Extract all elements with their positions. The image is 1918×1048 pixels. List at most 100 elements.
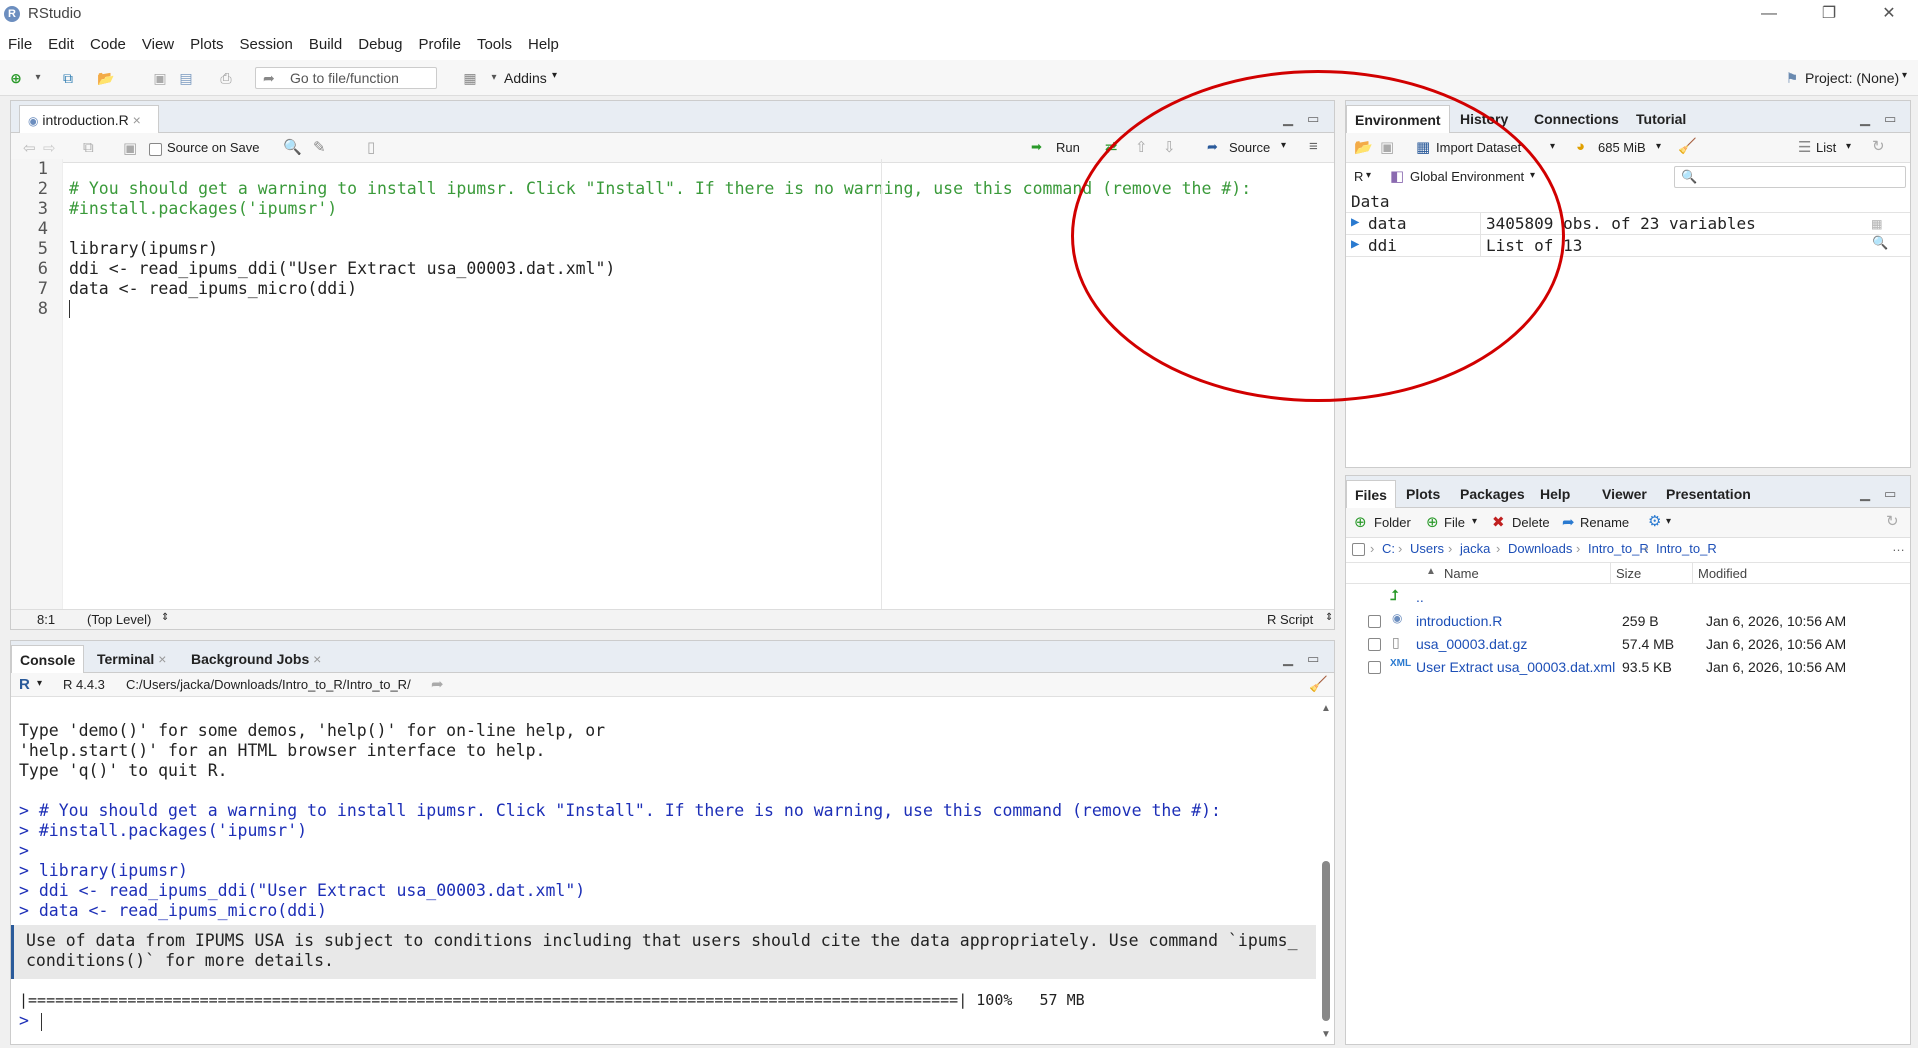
breadcrumb-jacka[interactable]: jacka [1460,541,1490,556]
save-icon[interactable]: ▣ [150,69,170,87]
scope-selector[interactable]: (Top Level) [87,612,151,627]
menu-session[interactable]: Session [240,36,293,53]
scope-dropdown-icon[interactable]: ⇕ [161,612,169,623]
tab-introduction-r[interactable]: ◉ introduction.R × [19,105,159,133]
tab-connections[interactable]: Connections [1526,105,1627,133]
file-name-link[interactable]: introduction.R [1416,613,1502,629]
file-row[interactable]: XML User Extract usa_00003.dat.xml 93.5 … [1346,656,1910,679]
new-file-dropdown-icon[interactable]: ▾ [28,69,48,87]
menu-build[interactable]: Build [309,36,342,53]
file-name-link[interactable]: User Extract usa_00003.dat.xml [1416,659,1615,675]
source-on-save-checkbox[interactable] [149,143,162,156]
menu-profile[interactable]: Profile [418,36,461,53]
new-project-icon[interactable]: ⧉ [58,69,78,87]
refresh-icon[interactable]: ↻ [1872,137,1885,155]
close-tab-icon[interactable]: × [158,651,166,667]
new-folder-button[interactable]: Folder [1374,515,1411,530]
tab-background-jobs[interactable]: Background Jobs × [183,645,329,673]
import-dropdown-icon[interactable]: ▾ [1550,141,1555,152]
project-dropdown-icon[interactable]: ▾ [1902,70,1907,81]
more-gear-icon[interactable]: ⚙ [1648,512,1661,530]
tab-packages[interactable]: Packages [1452,480,1533,508]
tab-plots[interactable]: Plots [1398,480,1448,508]
file-checkbox[interactable] [1368,661,1381,674]
maximize-pane-icon[interactable]: ▭ [1884,111,1896,127]
view-table-icon[interactable]: ▦ [1872,214,1882,233]
layout-dropdown-icon[interactable]: ▾ [484,69,504,87]
tab-help[interactable]: Help [1532,480,1578,508]
minimize-pane-icon[interactable]: ▁ [1860,111,1870,127]
maximize-pane-icon[interactable]: ▭ [1884,486,1896,502]
restore-button[interactable]: ❐ [1806,2,1852,26]
list-view-selector[interactable]: List [1816,140,1836,155]
column-modified[interactable]: Modified [1698,566,1747,581]
menu-plots[interactable]: Plots [190,36,223,53]
more-path-icon[interactable]: … [1892,539,1905,554]
column-size[interactable]: Size [1616,566,1641,581]
environment-search-input[interactable]: 🔍 [1674,166,1906,188]
close-button[interactable]: ✕ [1866,2,1912,26]
menu-tools[interactable]: Tools [477,36,512,53]
inspect-icon[interactable]: 🔍 [1872,236,1888,251]
console-output[interactable]: Type 'demo()' for some demos, 'help()' f… [11,697,1316,1044]
forward-arrow-icon[interactable]: ⇨ [43,139,56,157]
tab-presentation[interactable]: Presentation [1658,480,1759,508]
breadcrumb-c[interactable]: C: [1382,541,1395,556]
addins-dropdown-icon[interactable]: ▾ [552,70,557,81]
open-file-icon[interactable]: 📂 [96,69,116,87]
close-tab-icon[interactable]: × [133,112,141,128]
menu-file[interactable]: File [8,36,32,53]
minimize-button[interactable]: — [1746,2,1792,26]
column-name[interactable]: Name [1444,566,1479,581]
menu-code[interactable]: Code [90,36,126,53]
breadcrumb-downloads[interactable]: Downloads [1508,541,1572,556]
r-logo-icon[interactable]: R [19,676,30,693]
close-tab-icon[interactable]: × [313,651,321,667]
file-type-dropdown-icon[interactable]: ⇕ [1325,612,1333,623]
tab-terminal[interactable]: Terminal × [89,645,174,673]
breadcrumb-users[interactable]: Users [1410,541,1444,556]
tab-console[interactable]: Console [11,645,85,673]
select-all-checkbox[interactable] [1352,543,1365,556]
clear-console-icon[interactable]: 🧹 [1309,675,1328,693]
view-dropdown-icon[interactable]: ▾ [1846,141,1851,152]
memory-dropdown-icon[interactable]: ▾ [1656,141,1661,152]
breadcrumb-intro-to-r-current[interactable]: Intro_to_R [1656,541,1717,556]
run-button[interactable]: Run [1056,140,1080,155]
menu-view[interactable]: View [142,36,174,53]
menu-debug[interactable]: Debug [358,36,402,53]
go-to-directory-icon[interactable]: ➦ [431,675,444,693]
new-file-icon[interactable]: ⊕ [6,69,26,87]
print-icon[interactable]: ⎙ [216,69,236,87]
console-scrollbar[interactable]: ▲ ▼ [1319,703,1333,1043]
parent-directory-link[interactable]: .. [1416,589,1424,605]
delete-button[interactable]: Delete [1512,515,1550,530]
menu-help[interactable]: Help [528,36,559,53]
compile-report-icon[interactable]: ▯ [367,138,375,156]
file-checkbox[interactable] [1368,615,1381,628]
project-menu[interactable]: Project: (None) [1805,70,1899,86]
file-row[interactable]: ◉ introduction.R 259 B Jan 6, 2026, 10:5… [1346,610,1910,633]
scroll-down-icon[interactable]: ▼ [1321,1029,1331,1040]
addins-menu[interactable]: Addins [504,70,547,86]
new-file-dropdown-icon[interactable]: ▾ [1472,516,1477,527]
file-type-selector[interactable]: R Script [1267,612,1313,627]
refresh-files-icon[interactable]: ↻ [1886,512,1899,530]
show-in-window-icon[interactable]: ⧉ [83,139,94,156]
new-file-button[interactable]: File [1444,515,1465,530]
r-version-dropdown-icon[interactable]: ▾ [37,678,42,689]
clear-workspace-icon[interactable]: 🧹 [1678,137,1697,155]
find-icon[interactable]: 🔍 [283,138,302,156]
more-dropdown-icon[interactable]: ▾ [1666,516,1671,527]
save-all-icon[interactable]: ▤ [176,69,196,87]
menu-edit[interactable]: Edit [48,36,74,53]
tab-viewer[interactable]: Viewer [1594,480,1655,508]
save-file-icon[interactable]: ▣ [123,139,137,157]
tab-tutorial[interactable]: Tutorial [1628,105,1694,133]
scrollbar-thumb[interactable] [1322,861,1330,1021]
scroll-up-icon[interactable]: ▲ [1321,703,1331,714]
parent-directory-row[interactable]: ⮥ .. [1346,586,1910,609]
minimize-pane-icon[interactable]: ▁ [1283,651,1293,667]
grid-layout-icon[interactable]: ▦ [460,69,480,87]
breadcrumb-intro-to-r[interactable]: Intro_to_R [1588,541,1649,556]
